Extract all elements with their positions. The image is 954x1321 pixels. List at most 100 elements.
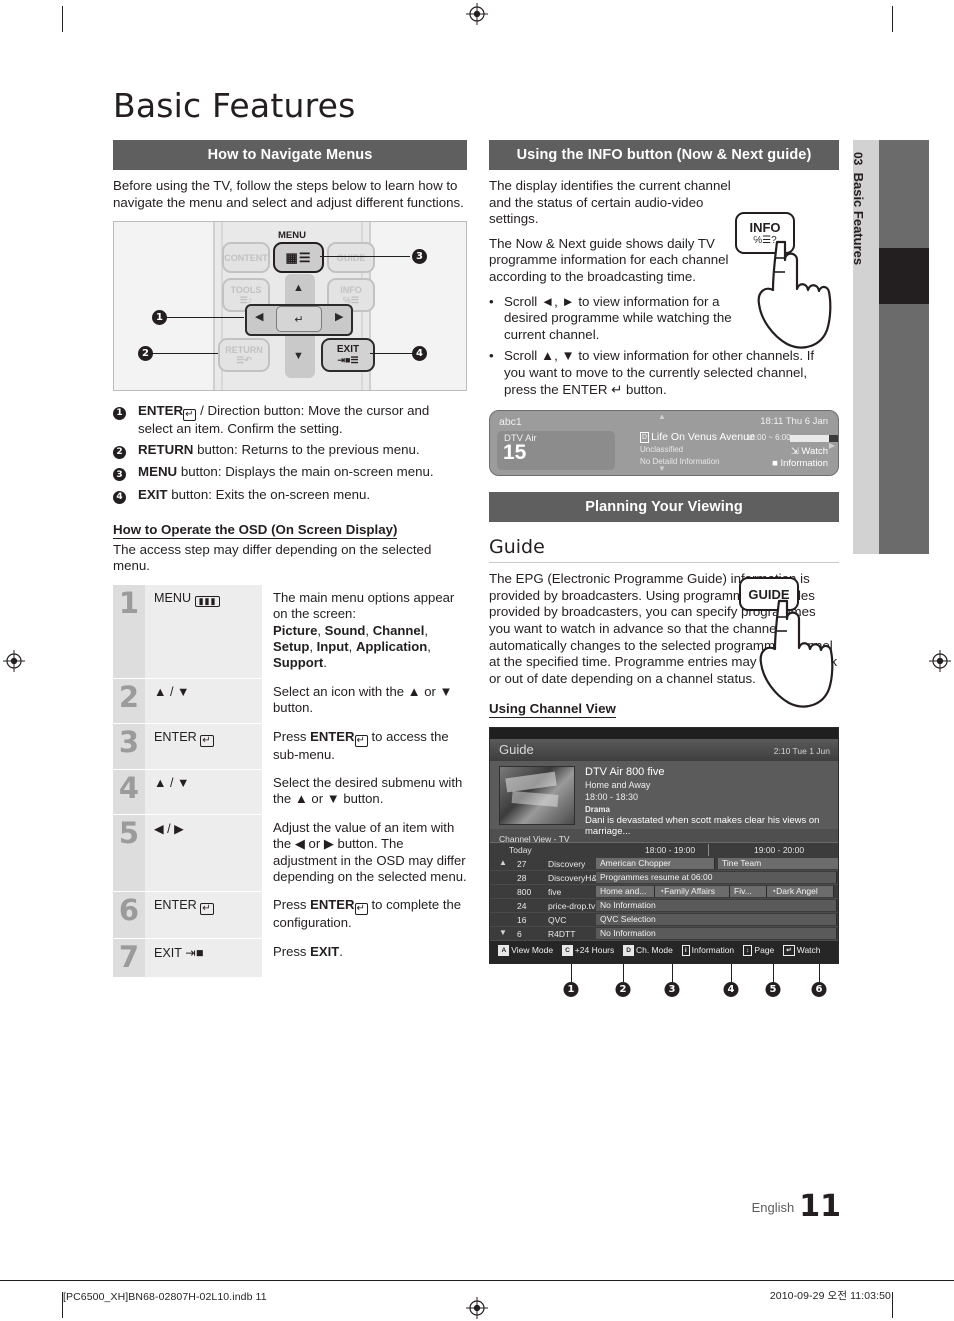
guide-heading-rule bbox=[489, 562, 839, 564]
cv-callout-line bbox=[672, 964, 673, 983]
legend-number: 2 bbox=[113, 445, 126, 459]
chapter-tab-label: 03 Basic Features bbox=[851, 140, 879, 554]
remote-button-content: CONTENT bbox=[222, 242, 270, 274]
step-key: EXIT ⇥■ bbox=[145, 938, 262, 977]
banner-programme-text: Life On Venus Avenue bbox=[651, 431, 755, 444]
cv-footer-action[interactable]: C +24 Hours bbox=[562, 945, 615, 957]
table-row: 5 ◀ / ▶ Adjust the value of an item with… bbox=[113, 814, 467, 893]
list-item: • Scroll ◄, ► to view information for a … bbox=[489, 294, 751, 344]
return-glyph-icon: ☰↶ bbox=[236, 355, 252, 366]
step-number: 4 bbox=[113, 770, 145, 814]
step-description: Select the desired submenu with the ▲ or… bbox=[273, 775, 463, 807]
cv-today-label: Today bbox=[509, 845, 532, 856]
info-illustration-wrap: The display identifies the current chann… bbox=[489, 178, 839, 349]
cv-callout-row: 1 2 3 4 5 6 bbox=[489, 964, 837, 1006]
cv-footer-key-label: Information bbox=[691, 945, 735, 956]
step-key: ENTER ↵ bbox=[145, 892, 262, 938]
scroll-up-icon[interactable]: ▲ bbox=[499, 858, 507, 867]
cv-preview-genre: Drama bbox=[585, 805, 610, 815]
cv-footer-key-label: +24 Hours bbox=[574, 945, 615, 956]
table-row[interactable]: ▼ 6 R4DTT No Information bbox=[490, 927, 838, 942]
section-bar-planning-viewing: Planning Your Viewing bbox=[489, 492, 839, 523]
callout-number-3: 3 bbox=[412, 249, 427, 265]
cv-slot-2: 19:00 - 20:00 bbox=[754, 845, 805, 856]
cv-footer-action[interactable]: ↵ Watch bbox=[783, 945, 821, 957]
cv-programme-cell[interactable]: Fiv... bbox=[730, 886, 767, 898]
cv-programme-cell[interactable]: Tine Team bbox=[718, 858, 839, 870]
list-item: 2 RETURN button: Returns to the previous… bbox=[113, 442, 467, 461]
table-row: 7 EXIT ⇥■ Press EXIT. bbox=[113, 938, 467, 978]
table-row[interactable]: 16 QVC QVC Selection bbox=[490, 913, 838, 928]
cv-footer-action[interactable]: A View Mode bbox=[498, 945, 553, 957]
cv-slot-1: 18:00 - 19:00 bbox=[645, 845, 696, 856]
cv-channel-number: 800 bbox=[517, 887, 532, 898]
cv-footer-action[interactable]: ↕ Page bbox=[743, 945, 774, 957]
language-label: English bbox=[751, 1200, 795, 1215]
watch-key-icon: ⇲ bbox=[790, 446, 799, 458]
table-row[interactable]: ▲ 27 Discovery American Chopper Tine Team bbox=[490, 857, 839, 872]
cv-programme-label: Programmes resume at 06:00 bbox=[600, 872, 713, 883]
osd-steps-table: 1 MENU ▮▮▮ The main menu options appear … bbox=[113, 583, 467, 978]
cv-programme-cell[interactable]: Programmes resume at 06:00 bbox=[596, 872, 837, 884]
table-row: 2 ▲ / ▼ Select an icon with the ▲ or ▼ b… bbox=[113, 678, 467, 724]
chapter-name: Basic Features bbox=[851, 172, 866, 266]
cv-thumb-highlight-1 bbox=[505, 771, 557, 793]
cv-programme-cell[interactable]: No Information bbox=[596, 928, 837, 940]
cv-footer-action[interactable]: i Information bbox=[681, 945, 735, 957]
cv-thumbnail bbox=[499, 766, 575, 826]
cv-preview-synopsis: Dani is devastated when scott makes clea… bbox=[585, 815, 820, 838]
table-row[interactable]: 24 price-drop.tv No Information bbox=[490, 899, 838, 914]
legend-text: MENU button: Displays the main on-screen… bbox=[138, 464, 434, 480]
step-number: 3 bbox=[113, 723, 145, 769]
cv-programme-cell[interactable]: QVC Selection bbox=[596, 914, 837, 926]
cv-programme-cell[interactable]: ◔Dark Angel bbox=[767, 886, 834, 898]
cv-footer-key-icon: C bbox=[562, 945, 573, 957]
table-row: 6 ENTER ↵ Press ENTER ↵ to complete the c… bbox=[113, 892, 467, 939]
table-row: 3 ENTER ↵ Press ENTER ↵ to access the sub… bbox=[113, 723, 467, 770]
now-next-banner-mock: abc1 18:11 Thu 6 Jan ▲ ▼ ▶ DTV Air 15 DL… bbox=[489, 410, 839, 477]
cv-channel-rows: ▲ 27 Discovery American Chopper Tine Team 28 D… bbox=[490, 857, 839, 942]
step-number: 1 bbox=[113, 584, 145, 678]
legend-text: ENTER ↵ / Direction button: Move the curs… bbox=[138, 403, 430, 437]
cv-programme-label: No Information bbox=[600, 928, 656, 939]
cv-channel-name: price-drop.tv bbox=[548, 901, 596, 912]
cv-title: Guide bbox=[499, 742, 534, 758]
banner-right-arrow-icon: ▶ bbox=[828, 441, 835, 451]
list-item: • Scroll ▲, ▼ to view information for ot… bbox=[489, 348, 839, 398]
cv-channel-name: DiscoveryH&L bbox=[548, 873, 602, 884]
cv-preview-meta: DTV Air 800 five Home and Away 18:00 - 1… bbox=[585, 766, 838, 837]
channel-view-mock: Guide 2:10 Tue 1 Jun DTV Air 800 five Ho… bbox=[489, 727, 839, 965]
cv-footer-action[interactable]: D Ch. Mode bbox=[623, 945, 673, 957]
cv-programme-cell[interactable]: Home and... bbox=[596, 886, 655, 898]
cv-callout-line bbox=[623, 964, 624, 983]
scroll-down-icon[interactable]: ▼ bbox=[499, 928, 507, 937]
cv-programme-label: QVC Selection bbox=[600, 914, 656, 925]
menu-glyph-icon: ▦☰ bbox=[285, 249, 312, 265]
cv-programme-cell[interactable]: American Chopper bbox=[596, 858, 715, 870]
section-bar-info-button: Using the INFO button (Now & Next guide) bbox=[489, 140, 839, 170]
footer-rule bbox=[0, 1280, 954, 1281]
cv-footer-items: A View Mode C +24 Hours D Ch. Mode i Informatio… bbox=[490, 945, 838, 957]
table-row[interactable]: 28 DiscoveryH&L Programmes resume at 06:00 bbox=[490, 871, 838, 886]
exit-glyph-icon: ⇥■☰ bbox=[337, 355, 359, 366]
page-number: 11 bbox=[799, 1189, 841, 1224]
legend-bullet: 4 bbox=[113, 487, 138, 506]
crop-mark-tr-v bbox=[892, 6, 893, 32]
cv-footer-key-icon: ↕ bbox=[743, 945, 753, 957]
cv-header: Guide 2:10 Tue 1 Jun bbox=[490, 739, 838, 762]
remote-button-menu: ▦☰ bbox=[273, 242, 324, 274]
cv-programme-cell[interactable]: ◔Family Affairs bbox=[655, 886, 730, 898]
cv-footer-key-label: Ch. Mode bbox=[635, 945, 673, 956]
information-key-icon: ■ bbox=[772, 458, 778, 470]
cv-programme-cell[interactable]: No Information bbox=[596, 900, 837, 912]
step-number: 2 bbox=[113, 678, 145, 723]
table-row[interactable]: 800 five Home and... ◔Family Affairs Fiv... ◔… bbox=[490, 885, 838, 900]
step-description: Press ENTER ↵ to access the sub-menu. bbox=[273, 728, 449, 762]
chapter-number: 03 bbox=[851, 152, 865, 166]
cv-callout-number-4: 4 bbox=[723, 982, 739, 998]
banner-up-arrow-icon: ▲ bbox=[658, 412, 666, 422]
step-description: Press ENTER ↵ to complete the configurati… bbox=[273, 897, 462, 931]
cv-programme-label: Fiv... bbox=[734, 886, 752, 897]
legend-text: EXIT button: Exits the on-screen menu. bbox=[138, 486, 371, 502]
cv-clock: 2:10 Tue 1 Jun bbox=[773, 746, 830, 757]
